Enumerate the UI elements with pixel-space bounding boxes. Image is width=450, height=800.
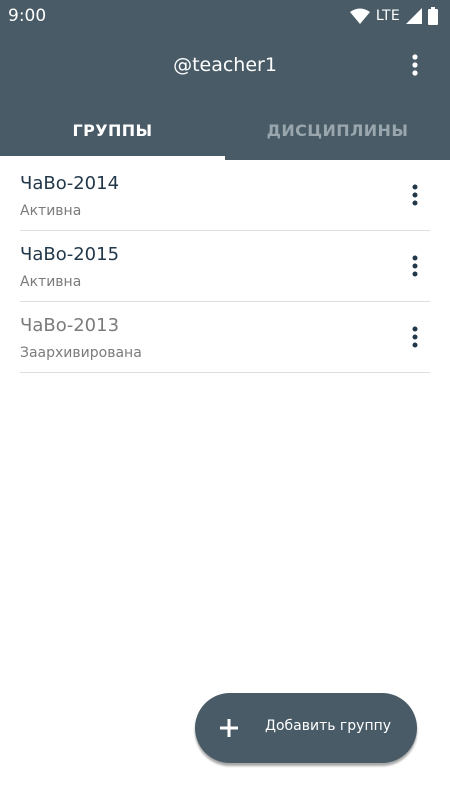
battery-icon [428,7,438,25]
group-name: ЧаВо-2013 [20,315,120,336]
tab-disciplines[interactable]: ДИСЦИПЛИНЫ [225,104,450,160]
tab-groups[interactable]: ГРУППЫ [0,104,225,160]
group-status: Активна [20,274,82,290]
group-menu-button[interactable] [404,251,426,281]
more-vert-icon [404,184,426,214]
tab-disciplines-label: ДИСЦИПЛИНЫ [266,121,409,140]
more-vert-icon [404,54,426,86]
page-title: @teacher1 [173,54,277,76]
status-bar: 9:00 LTE [0,0,450,32]
group-status: Активна [20,203,82,219]
group-list: ЧаВо-2014 Активна ЧаВо-2015 Активна ЧаВо… [20,160,430,373]
list-item[interactable]: ЧаВо-2015 Активна [20,231,430,302]
add-group-button[interactable]: Добавить группу [195,693,417,763]
app-bar: 9:00 LTE @teacher1 ГРУППЫ ДИСЦИПЛИНЫ [0,0,450,160]
more-vert-icon [404,326,426,356]
group-menu-button[interactable] [404,322,426,352]
more-vert-icon [404,255,426,285]
list-item[interactable]: ЧаВо-2013 Заархивирована [20,302,430,373]
cell-signal-icon [406,8,422,24]
group-name: ЧаВо-2015 [20,244,120,265]
status-icons: LTE [349,6,438,26]
group-status: Заархивирована [20,345,142,361]
status-time: 9:00 [8,6,47,26]
group-name: ЧаВо-2014 [20,173,120,194]
plus-icon [217,716,241,740]
network-type-label: LTE [375,8,400,24]
group-menu-button[interactable] [404,180,426,210]
wifi-icon [349,8,370,24]
add-group-label: Добавить группу [265,718,392,734]
overflow-menu-button[interactable] [404,50,426,82]
list-item[interactable]: ЧаВо-2014 Активна [20,160,430,231]
tab-groups-label: ГРУППЫ [72,121,153,140]
tab-bar: ГРУППЫ ДИСЦИПЛИНЫ [0,104,450,160]
